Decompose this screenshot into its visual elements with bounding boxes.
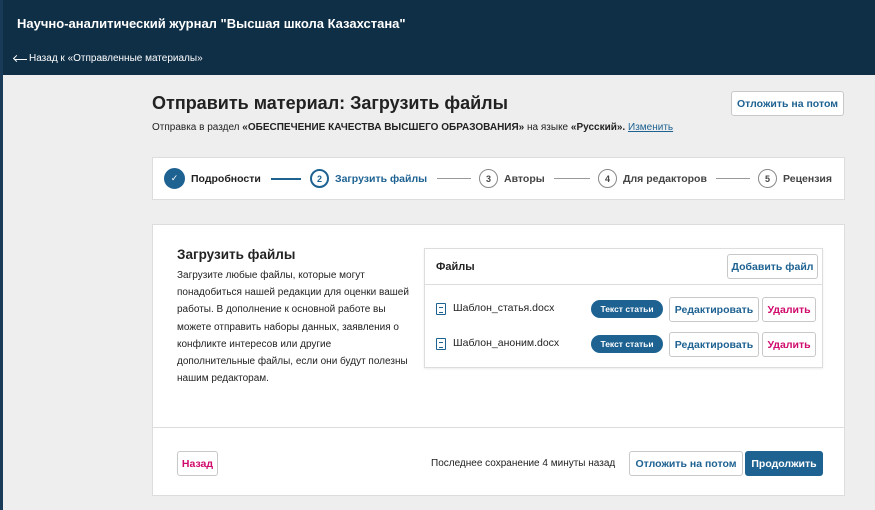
step-connector: [271, 178, 301, 180]
step-connector: [554, 178, 590, 179]
submission-steps: ✓ Подробности 2 Загрузить файлы 3 Авторы…: [152, 157, 845, 200]
back-link-label: Назад к «Отправленные материалы»: [29, 53, 203, 64]
back-button[interactable]: Назад: [177, 451, 218, 476]
language-prefix: на языке: [527, 122, 569, 133]
upload-description: Загрузите любые файлы, которые могут пон…: [177, 270, 409, 385]
delete-file-button[interactable]: Удалить: [762, 332, 816, 357]
last-saved-status: Последнее сохранение 4 минуты назад: [431, 458, 616, 469]
continue-button[interactable]: Продолжить: [745, 451, 823, 476]
step-label: Авторы: [504, 172, 545, 185]
file-name: Шаблон_аноним.docx: [453, 337, 560, 349]
step-authors[interactable]: 3 Авторы: [479, 158, 545, 199]
section-prefix: Отправка в раздел: [152, 122, 240, 133]
edit-file-button[interactable]: Редактировать: [669, 297, 759, 322]
step-number: 3: [479, 169, 498, 188]
document-icon: [436, 338, 446, 350]
step-for-editors[interactable]: 4 Для редакторов: [598, 158, 707, 199]
document-icon: [436, 303, 446, 315]
files-list: Файлы Добавить файл Шаблон_статья.docx Т…: [424, 248, 823, 368]
files-list-header: Файлы Добавить файл: [425, 249, 822, 285]
step-done-check-icon: ✓: [164, 168, 185, 189]
step-label: Загрузить файлы: [335, 172, 428, 185]
add-file-button[interactable]: Добавить файл: [727, 254, 818, 279]
step-number: 5: [758, 169, 777, 188]
step-number: 4: [598, 169, 617, 188]
site-header: Научно-аналитический журнал "Высшая школ…: [3, 0, 875, 75]
submission-section-info: Отправка в раздел «ОБЕСПЕЧЕНИЕ КАЧЕСТВА …: [152, 122, 673, 133]
step-details[interactable]: ✓ Подробности: [164, 158, 261, 199]
language-name: «Русский».: [570, 122, 626, 133]
save-later-button-bottom[interactable]: Отложить на потом: [629, 451, 743, 476]
arrow-left-icon: [13, 54, 27, 64]
upload-section-title: Загрузить файлы: [177, 247, 296, 262]
files-list-title: Файлы: [436, 261, 475, 273]
step-review[interactable]: 5 Рецензия: [758, 158, 832, 199]
back-to-submissions-link[interactable]: Назад к «Отправленные материалы»: [13, 53, 203, 64]
section-name: «ОБЕСПЕЧЕНИЕ КАЧЕСТВА ВЫСШЕГО ОБРАЗОВАНИ…: [242, 122, 525, 133]
journal-title[interactable]: Научно-аналитический журнал "Высшая школ…: [17, 16, 406, 31]
app-frame: Научно-аналитический журнал "Высшая школ…: [0, 0, 875, 510]
save-later-button-top[interactable]: Отложить на потом: [731, 91, 844, 116]
change-section-link[interactable]: Изменить: [628, 122, 673, 133]
step-number: 2: [310, 169, 329, 188]
file-type-badge: Текст статьи: [591, 335, 663, 353]
file-type-badge: Текст статьи: [591, 300, 663, 318]
step-label: Подробности: [191, 172, 261, 185]
edit-file-button[interactable]: Редактировать: [669, 332, 759, 357]
file-name: Шаблон_статья.docx: [453, 302, 555, 314]
step-connector: [716, 178, 750, 179]
upload-panel: Загрузить файлы Загрузите любые файлы, к…: [152, 224, 845, 496]
step-connector: [437, 178, 471, 179]
step-label: Рецензия: [783, 172, 833, 185]
file-row: Шаблон_статья.docx Текст статьи Редактир…: [425, 294, 822, 324]
delete-file-button[interactable]: Удалить: [762, 297, 816, 322]
step-upload-files[interactable]: 2 Загрузить файлы: [310, 158, 427, 199]
divider: [153, 427, 844, 428]
step-label: Для редакторов: [623, 172, 707, 185]
page-title: Отправить материал: Загрузить файлы: [152, 93, 508, 113]
file-row: Шаблон_аноним.docx Текст статьи Редактир…: [425, 329, 822, 359]
